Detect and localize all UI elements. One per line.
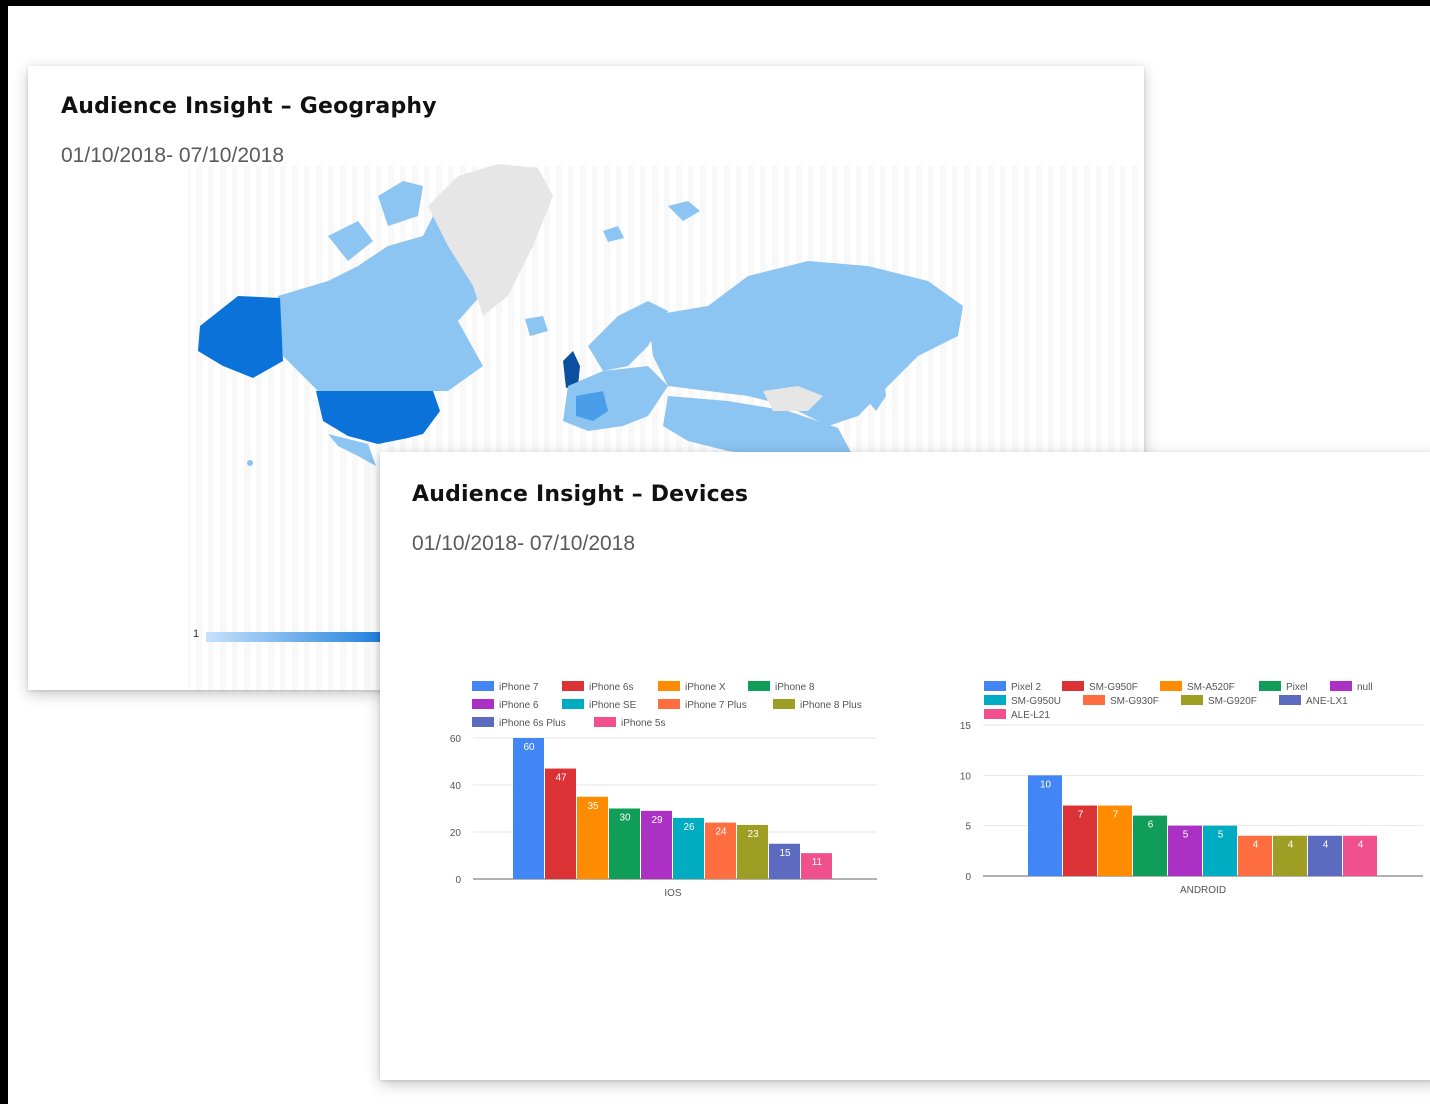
legend-swatch (658, 699, 680, 709)
bar-value-label: 11 (812, 857, 823, 868)
x-category-label: ANDROID (1180, 885, 1226, 896)
bar (545, 768, 576, 879)
legend-swatch (472, 699, 494, 709)
color-scale-bar (206, 632, 406, 642)
top-border (0, 0, 1430, 6)
bar-value-label: 6 (1148, 820, 1154, 831)
legend-label: null (1357, 682, 1373, 693)
legend-swatch (1279, 695, 1301, 705)
legend-label: iPhone X (685, 682, 726, 693)
legend-label: SM-A520F (1187, 682, 1235, 693)
legend-label: iPhone 8 Plus (800, 700, 862, 711)
legend-swatch (984, 681, 1006, 691)
bar-value-label: 24 (715, 827, 727, 838)
legend-label: ANE-LX1 (1306, 696, 1348, 707)
bar-value-label: 4 (1253, 840, 1259, 851)
bar-value-label: 5 (1218, 830, 1224, 841)
y-tick-label: 60 (450, 734, 462, 745)
bar (513, 738, 544, 879)
bar (1028, 775, 1062, 876)
legend-label: SM-G950F (1089, 682, 1138, 693)
legend-swatch (1181, 695, 1203, 705)
bar-value-label: 4 (1323, 840, 1329, 851)
legend-swatch (1330, 681, 1352, 691)
legend-swatch (562, 699, 584, 709)
legend-swatch (984, 695, 1006, 705)
bar-value-label: 30 (619, 813, 631, 824)
legend-label: iPhone 5s (621, 718, 665, 729)
legend-swatch (984, 709, 1006, 719)
bar-value-label: 15 (779, 848, 791, 859)
legend-swatch (658, 681, 680, 691)
legend-label: Pixel 2 (1011, 682, 1041, 693)
color-scale-min-label: 1 (193, 628, 200, 640)
legend-label: iPhone 7 Plus (685, 700, 747, 711)
legend-swatch (1160, 681, 1182, 691)
bar-value-label: 10 (1040, 779, 1052, 790)
legend-label: iPhone 6s (589, 682, 633, 693)
bar-value-label: 47 (555, 773, 567, 784)
legend-label: Pixel (1286, 682, 1308, 693)
bar-value-label: 23 (747, 829, 759, 840)
y-tick-label: 15 (960, 721, 972, 732)
legend-swatch (1062, 681, 1084, 691)
y-tick-label: 0 (455, 875, 461, 886)
legend-swatch (562, 681, 584, 691)
legend-swatch (1083, 695, 1105, 705)
legend-label: SM-G950U (1011, 696, 1061, 707)
bar-value-label: 35 (587, 801, 599, 812)
legend-swatch (472, 681, 494, 691)
y-tick-label: 0 (965, 872, 971, 883)
legend-label: iPhone 6s Plus (499, 718, 566, 729)
bar-value-label: 29 (651, 815, 663, 826)
legend-swatch (1259, 681, 1281, 691)
legend-swatch (472, 717, 494, 727)
legend-label: SM-G930F (1110, 696, 1159, 707)
bar-value-label: 60 (523, 742, 535, 753)
bar-value-label: 4 (1288, 840, 1294, 851)
y-tick-label: 10 (960, 771, 972, 782)
ios-chart: iPhone 7 iPhone 6s iPhone X iPhone 8 iPhone … (450, 681, 877, 899)
legend-label: iPhone SE (589, 700, 637, 711)
bar-value-label: 5 (1183, 830, 1189, 841)
legend-label: ALE-L21 (1011, 710, 1050, 721)
x-category-label: IOS (664, 888, 682, 899)
bar-value-label: 26 (683, 822, 695, 833)
devices-card: Audience Insight – Devices 01/10/2018- 0… (380, 452, 1430, 1080)
legend-label: SM-G920F (1208, 696, 1257, 707)
y-tick-label: 5 (965, 822, 971, 833)
legend-swatch (773, 699, 795, 709)
bar-value-label: 7 (1113, 810, 1119, 821)
android-chart: Pixel 2 SM-G950F SM-A520F Pixel null SM-G950U… (960, 681, 1423, 896)
y-tick-label: 40 (450, 781, 462, 792)
legend-label: iPhone 7 (499, 682, 539, 693)
devices-charts: iPhone 7 iPhone 6s iPhone X iPhone 8 iPhone … (450, 681, 1423, 899)
bar-value-label: 4 (1358, 840, 1364, 851)
left-border (0, 0, 8, 1104)
legend-swatch (594, 717, 616, 727)
geography-date-range: 01/10/2018- 07/10/2018 (61, 144, 285, 167)
legend-swatch (748, 681, 770, 691)
legend-label: iPhone 6 (499, 700, 539, 711)
y-tick-label: 20 (450, 828, 462, 839)
legend-label: iPhone 8 (775, 682, 815, 693)
geography-title: Audience Insight – Geography (61, 94, 437, 119)
bar-value-label: 7 (1078, 810, 1084, 821)
